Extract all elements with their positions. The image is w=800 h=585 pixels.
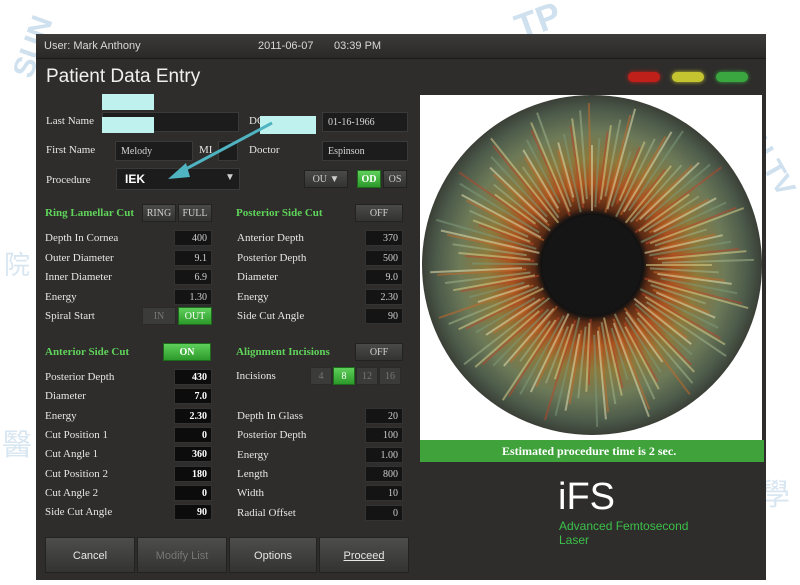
- alignment-param-label: Depth In Glass: [237, 410, 303, 422]
- alignment-param-value[interactable]: 0: [365, 504, 403, 521]
- anterior-param-value[interactable]: 180: [174, 465, 212, 482]
- cancel-button[interactable]: Cancel: [45, 537, 135, 573]
- anterior-param-label: Cut Angle 1: [45, 448, 99, 461]
- alignment-param-value[interactable]: 10: [365, 485, 403, 502]
- anterior-param-label: Side Cut Angle: [45, 506, 113, 519]
- redaction-box: [102, 94, 154, 110]
- anterior-param-value[interactable]: 0: [174, 484, 212, 501]
- alignment-section-title: Alignment Incisions: [236, 346, 330, 358]
- ring-button[interactable]: RING: [142, 204, 176, 222]
- posterior-param-value[interactable]: 2.30: [365, 288, 403, 305]
- procedure-label: Procedure: [46, 174, 91, 186]
- posterior-param-value[interactable]: 90: [365, 308, 403, 324]
- modify-list-button[interactable]: Modify List: [137, 537, 227, 573]
- watermark-text: 醫: [2, 429, 32, 462]
- posterior-toggle[interactable]: OFF: [355, 204, 403, 222]
- incision-option-8[interactable]: 8: [333, 367, 355, 385]
- alignment-param-value[interactable]: 100: [365, 427, 403, 444]
- anterior-param-label: Posterior Depth: [45, 371, 115, 383]
- watermark-text: 院: [4, 250, 31, 280]
- options-button[interactable]: Options: [229, 537, 317, 573]
- anterior-param-label: Cut Angle 2: [45, 486, 99, 499]
- alignment-param-label: Posterior Depth: [237, 429, 307, 442]
- procedure-value: IEK: [125, 172, 146, 186]
- doctor-field[interactable]: Espinson: [322, 141, 408, 161]
- full-button[interactable]: FULL: [178, 204, 212, 222]
- posterior-param-value[interactable]: 370: [365, 230, 403, 246]
- anterior-param-value[interactable]: 7.0: [174, 388, 212, 405]
- iris-image: [422, 95, 762, 435]
- estimate-banner: Estimated procedure time is 2 sec.: [420, 440, 764, 462]
- ring-param-label: Energy: [45, 290, 77, 303]
- brand-line2: Laser: [559, 533, 590, 547]
- status-bar: User: Mark Anthony 2011-06-07 03:39 PM: [36, 34, 766, 59]
- ring-param-label: Depth In Cornea: [45, 232, 119, 244]
- alignment-param-value[interactable]: 1.00: [365, 446, 403, 463]
- spiral-start-label: Spiral Start: [45, 310, 95, 322]
- incisions-label: Incisions: [236, 370, 276, 382]
- incision-option-12[interactable]: 12: [356, 367, 378, 385]
- annotation-arrow: [168, 121, 273, 179]
- anterior-param-value[interactable]: 90: [174, 504, 212, 521]
- redaction-box: [102, 117, 154, 133]
- ring-param-label: Outer Diameter: [45, 251, 114, 264]
- status-light-green: [716, 72, 748, 82]
- anterior-param-label: Cut Position 1: [45, 428, 108, 441]
- anterior-param-value[interactable]: 430: [174, 369, 212, 385]
- eye-image-panel: [420, 95, 762, 440]
- incision-option-4[interactable]: 4: [310, 367, 332, 385]
- anterior-param-label: Diameter: [45, 390, 86, 403]
- date: 2011-06-07: [258, 40, 314, 52]
- posterior-param-value[interactable]: 500: [365, 249, 403, 266]
- dob-field[interactable]: 01-16-1966: [322, 112, 408, 132]
- ring-param-value[interactable]: 1.30: [174, 288, 212, 305]
- alignment-param-value[interactable]: 20: [365, 408, 403, 424]
- spiral-in-button[interactable]: IN: [142, 307, 176, 325]
- incision-option-16[interactable]: 16: [379, 367, 401, 385]
- anterior-param-label: Cut Position 2: [45, 467, 108, 480]
- time: 03:39 PM: [334, 40, 382, 52]
- ou-label: OU: [312, 174, 328, 185]
- eye-ou-select[interactable]: OU ▼: [304, 170, 348, 188]
- ring-param-value[interactable]: 9.1: [174, 249, 212, 266]
- posterior-param-label: Posterior Depth: [237, 251, 307, 264]
- spiral-out-button[interactable]: OUT: [178, 307, 212, 325]
- posterior-param-value[interactable]: 9.0: [365, 269, 403, 285]
- posterior-param-label: Anterior Depth: [237, 232, 304, 244]
- user-name: User: Mark Anthony: [44, 40, 141, 52]
- anterior-toggle[interactable]: ON: [163, 343, 211, 361]
- alignment-param-label: Width: [237, 487, 265, 500]
- page-title: Patient Data Entry: [46, 66, 201, 87]
- ring-section-title: Ring Lamellar Cut: [45, 207, 135, 219]
- anterior-param-value[interactable]: 2.30: [174, 407, 212, 424]
- alignment-param-label: Length: [237, 467, 269, 480]
- alignment-toggle[interactable]: OFF: [355, 343, 403, 361]
- brand-line1: Advanced Femtosecond: [559, 519, 689, 533]
- posterior-section-title: Posterior Side Cut: [236, 207, 323, 219]
- eye-os-button[interactable]: OS: [383, 170, 407, 188]
- estimate-text: Estimated procedure time is 2 sec.: [502, 444, 677, 458]
- status-light-red: [628, 72, 660, 82]
- ring-param-value[interactable]: 400: [174, 230, 212, 246]
- alignment-param-label: Radial Offset: [237, 506, 296, 519]
- anterior-param-label: Energy: [45, 409, 77, 422]
- anterior-param-value[interactable]: 360: [174, 446, 212, 463]
- ring-param-label: Inner Diameter: [45, 271, 112, 283]
- alignment-param-label: Energy: [237, 448, 269, 461]
- status-light-yellow: [672, 72, 704, 82]
- posterior-param-label: Energy: [237, 290, 269, 303]
- alignment-param-value[interactable]: 800: [365, 465, 403, 482]
- brand-logo: iFS: [558, 476, 615, 518]
- anterior-param-value[interactable]: 0: [174, 426, 212, 443]
- last-name-label: Last Name: [46, 115, 94, 127]
- proceed-button[interactable]: Proceed: [319, 537, 409, 573]
- chevron-down-icon: ▼: [329, 174, 340, 185]
- anterior-section-title: Anterior Side Cut: [45, 346, 130, 358]
- eye-od-button[interactable]: OD: [357, 170, 381, 188]
- first-name-label: First Name: [46, 144, 96, 156]
- ring-param-value[interactable]: 6.9: [174, 269, 212, 285]
- iris-fiber: [471, 262, 539, 266]
- posterior-param-label: Diameter: [237, 271, 278, 283]
- posterior-param-label: Side Cut Angle: [237, 310, 305, 322]
